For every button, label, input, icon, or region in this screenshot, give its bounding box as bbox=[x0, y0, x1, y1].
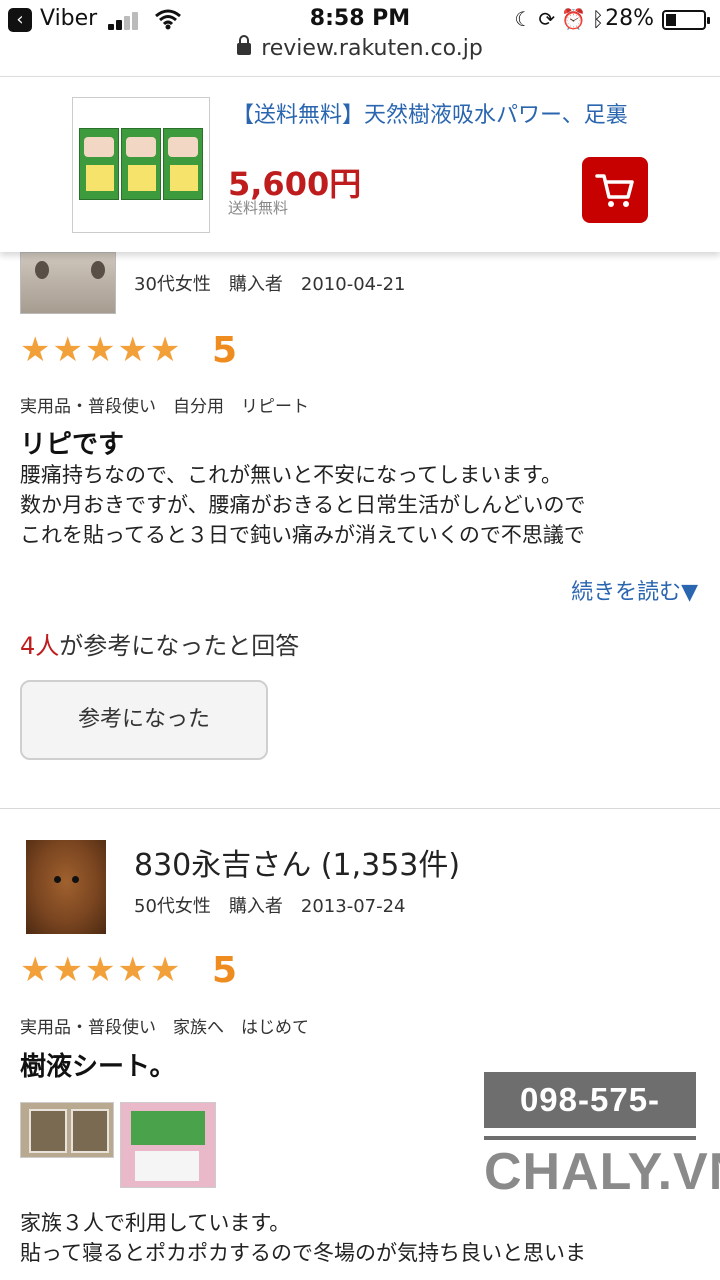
watermark-phone: 098-575-5950 bbox=[484, 1072, 696, 1174]
url-bar[interactable]: review.rakuten.co.jp bbox=[0, 35, 720, 76]
battery-icon bbox=[662, 10, 710, 30]
helpful-count-text: 4人が参考になったと回答 bbox=[20, 626, 299, 661]
rating-stars: ★★★★★ bbox=[20, 950, 183, 990]
review-body-line: 腰痛持ちなので、これが無いと不安になってしまいます。 bbox=[20, 463, 563, 487]
add-to-cart-button[interactable] bbox=[582, 157, 648, 223]
helpful-button[interactable]: 参考になった bbox=[20, 680, 268, 760]
reviewer-meta: 50代女性 購入者 2013-07-24 bbox=[134, 896, 406, 917]
helpful-count: 4人 bbox=[20, 632, 60, 660]
review-body-line: 貼って寝るとポカポカするので冬場のが気持ち良いと思いま bbox=[20, 1241, 586, 1265]
url-domain: review.rakuten.co.jp bbox=[261, 36, 483, 61]
review-body-line: 数か月おきですが、腰痛がおきると日常生活がしんどいので bbox=[20, 493, 586, 517]
battery-percent: 28% bbox=[605, 6, 654, 31]
rating-stars: ★★★★★ bbox=[20, 330, 183, 370]
review-body-line: これを貼ってると３日で鈍い痛みが消えていくので不思議で bbox=[20, 523, 585, 547]
review-title: 樹液シート。 bbox=[20, 1052, 176, 1082]
rating-score: 5 bbox=[212, 330, 238, 371]
lock-icon bbox=[237, 35, 252, 55]
helpful-label: が参考になったと回答 bbox=[59, 632, 300, 660]
rating-score: 5 bbox=[212, 950, 238, 991]
product-header: 【送料無料】天然樹液吸水パワー、足裏 5,600円 送料無料 bbox=[0, 76, 720, 252]
alarm-icon: ⏰ bbox=[561, 7, 592, 31]
review-photo[interactable] bbox=[120, 1102, 216, 1188]
moon-icon: ☾ bbox=[514, 7, 539, 31]
product-thumbnail[interactable] bbox=[72, 97, 210, 233]
review-divider bbox=[0, 808, 720, 809]
reviewer-avatar[interactable] bbox=[20, 252, 116, 314]
watermark: 098-575-5950 CHALY.VN bbox=[484, 1072, 720, 1202]
watermark-name: CHALY.VN bbox=[484, 1143, 720, 1201]
reviewer-meta: 30代女性 購入者 2010-04-21 bbox=[134, 274, 406, 295]
status-bar: ‹ Viber 8:58 PM ☾⟳⏰ᛒ 28% bbox=[0, 0, 720, 40]
status-icons: ☾⟳⏰ᛒ bbox=[514, 7, 610, 31]
review-tags: 実用品・普段使い 自分用 リピート bbox=[20, 397, 309, 417]
reviewer-name[interactable]: 830永吉さん (1,353件) bbox=[134, 840, 460, 884]
shipping-label: 送料無料 bbox=[228, 199, 289, 217]
product-title[interactable]: 【送料無料】天然樹液吸水パワー、足裏 bbox=[232, 97, 628, 129]
review-body: 腰痛持ちなので、これが無いと不安になってしまいます。 数か月おきですが、腰痛がお… bbox=[20, 460, 586, 550]
review-title: リピです bbox=[20, 430, 125, 460]
cart-icon bbox=[595, 174, 634, 207]
review-body: 家族３人で利用しています。 貼って寝るとポカポカするので冬場のが気持ち良いと思い… bbox=[20, 1208, 586, 1268]
review-tags: 実用品・普段使い 家族へ はじめて bbox=[20, 1018, 309, 1038]
reviewer-avatar[interactable] bbox=[26, 840, 106, 934]
rotation-lock-icon: ⟳ bbox=[538, 7, 562, 31]
review-body-line: 家族３人で利用しています。 bbox=[20, 1211, 291, 1235]
review-photo[interactable] bbox=[20, 1102, 114, 1158]
read-more-link[interactable]: 続きを読む▼ bbox=[571, 574, 698, 606]
